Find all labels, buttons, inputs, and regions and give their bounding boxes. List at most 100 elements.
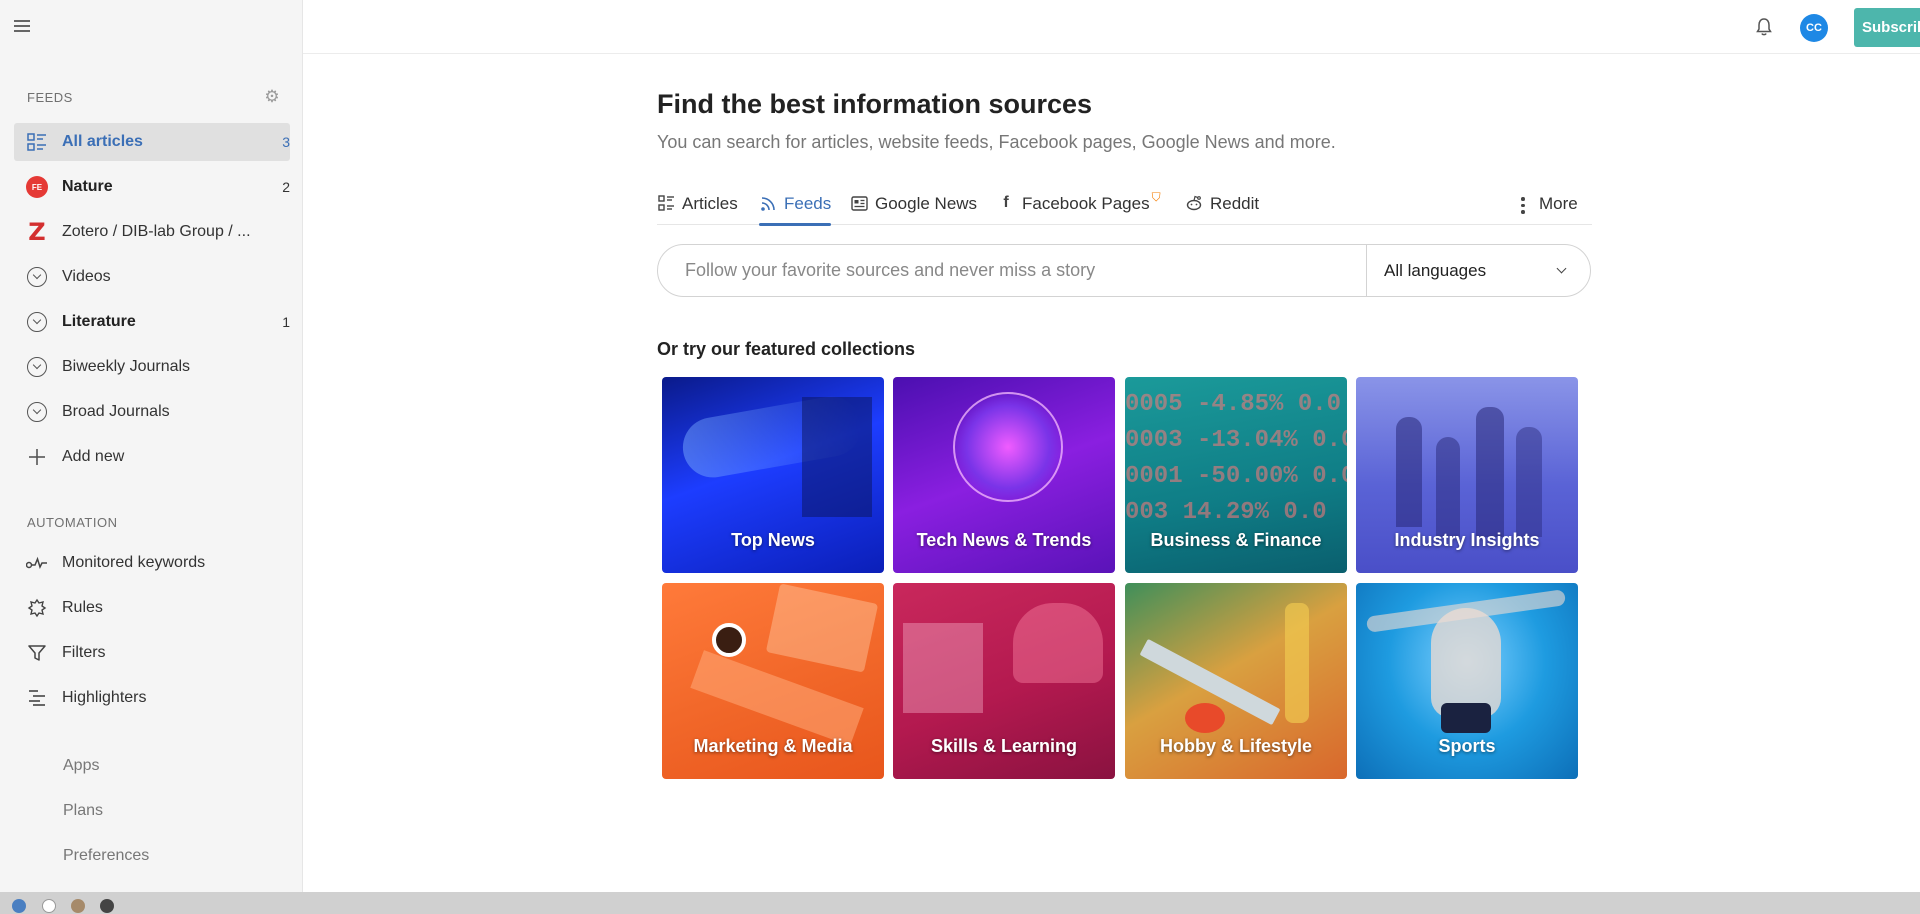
featured-collections-title: Or try our featured collections: [657, 339, 916, 359]
news-icon: [850, 194, 868, 212]
sidebar-item-broad-journals[interactable]: Broad Journals: [14, 393, 290, 431]
folder-collapse-icon[interactable]: [27, 357, 47, 377]
sidebar-item-label: Biweekly Journals: [62, 358, 191, 375]
top-bar: [303, 0, 1920, 54]
page-title: Find the best information sources: [657, 89, 1093, 119]
unread-count: 1: [282, 314, 290, 330]
sidebar-item-label: Broad Journals: [62, 403, 170, 420]
collection-label: Tech News & Trends: [916, 530, 1092, 550]
collection-label: Hobby & Lifestyle: [1159, 736, 1313, 756]
keywords-icon: [26, 552, 48, 574]
collection-business-finance[interactable]: 0005 -4.85% 0.0 0003 -13.04% 0.0 0001 -50.…: [1125, 377, 1347, 573]
sidebar-item-filters[interactable]: Filters: [14, 634, 290, 672]
sidebar-item-label: All articles: [62, 133, 143, 150]
language-select[interactable]: All languages: [1366, 245, 1591, 296]
nature-feed-icon: FE: [26, 176, 48, 198]
tab-facebook-pages[interactable]: f Facebook Pages ⛉: [997, 188, 1161, 225]
sidebar: FEEDS ⚙ All articles 3 FE Nature 2 Z Zot…: [0, 0, 303, 892]
sidebar-item-label: Videos: [62, 268, 111, 285]
sidebar-link-plans[interactable]: Plans: [63, 802, 103, 820]
sidebar-item-nature[interactable]: FE Nature 2: [14, 168, 290, 206]
search-bar: All languages: [657, 244, 1591, 297]
source-tabs: Articles Feeds Google News f Facebook Pa…: [657, 188, 1592, 226]
folder-collapse-icon[interactable]: [27, 267, 47, 287]
plus-icon: [26, 446, 48, 468]
zotero-logo-icon: Z: [28, 218, 46, 246]
sidebar-item-label: Zotero / DIB-lab Group / ...: [62, 223, 251, 240]
filter-icon: [26, 642, 48, 664]
sidebar-link-preferences[interactable]: Preferences: [63, 847, 149, 865]
tab-label: More: [1539, 194, 1578, 213]
sidebar-item-all-articles[interactable]: All articles 3: [14, 123, 290, 161]
sidebar-item-label: Nature: [62, 178, 113, 195]
collection-label: Sports: [1438, 736, 1496, 756]
tab-reddit[interactable]: Reddit: [1185, 188, 1259, 225]
bottom-bar: [0, 892, 1920, 914]
rss-icon: [759, 194, 777, 212]
rules-icon: [26, 597, 48, 619]
sidebar-item-label: Literature: [62, 313, 136, 330]
sidebar-item-label: Monitored keywords: [62, 554, 206, 571]
collection-label: Marketing & Media: [693, 736, 853, 756]
avatar[interactable]: CC: [1800, 14, 1828, 42]
unread-count: 3: [282, 134, 290, 150]
collection-label: Skills & Learning: [930, 736, 1078, 756]
bell-icon[interactable]: [1753, 16, 1775, 38]
feeds-section-title: FEEDS: [27, 90, 73, 105]
sidebar-item-label: Highlighters: [62, 689, 147, 706]
collection-skills-learning[interactable]: Skills & Learning: [893, 583, 1115, 779]
collection-marketing-media[interactable]: Marketing & Media: [662, 583, 884, 779]
collection-industry-insights[interactable]: Industry Insights: [1356, 377, 1578, 573]
folder-collapse-icon[interactable]: [27, 402, 47, 422]
language-select-value: All languages: [1384, 260, 1487, 280]
theme-dot-sepia[interactable]: [71, 899, 85, 913]
collection-top-news[interactable]: Top News: [662, 377, 884, 573]
sidebar-item-label: Add new: [62, 448, 125, 465]
pro-shield-icon: ⛉: [1151, 190, 1161, 204]
facebook-icon: f: [1003, 194, 1009, 211]
more-icon: [1521, 197, 1525, 217]
tab-label: Facebook Pages: [1022, 194, 1150, 213]
highlighter-icon: [26, 687, 48, 709]
list-icon: [26, 131, 48, 153]
sidebar-item-biweekly-journals[interactable]: Biweekly Journals: [14, 348, 290, 386]
sidebar-item-monitored-keywords[interactable]: Monitored keywords: [14, 544, 290, 582]
sidebar-item-label: Rules: [62, 599, 103, 616]
collection-label: Industry Insights: [1394, 530, 1540, 550]
articles-icon: [657, 194, 675, 212]
collection-label: Top News: [731, 530, 815, 550]
collection-sports[interactable]: Sports: [1356, 583, 1578, 779]
sidebar-link-apps[interactable]: Apps: [63, 757, 99, 775]
sidebar-item-literature[interactable]: Literature 1: [14, 303, 290, 341]
theme-dot-dark[interactable]: [100, 899, 114, 913]
collection-hobby-lifestyle[interactable]: Hobby & Lifestyle: [1125, 583, 1347, 779]
chevron-down-icon: [1556, 263, 1567, 274]
sidebar-item-highlighters[interactable]: Highlighters: [14, 679, 290, 717]
tab-articles[interactable]: Articles: [657, 188, 738, 225]
tab-label: Feeds: [784, 194, 832, 213]
search-input[interactable]: [658, 245, 1366, 296]
tab-google-news[interactable]: Google News: [850, 188, 977, 225]
theme-dot-white[interactable]: [42, 899, 56, 913]
sidebar-item-zotero[interactable]: Z Zotero / DIB-lab Group / ...: [14, 213, 290, 251]
reddit-icon: [1185, 194, 1203, 212]
tab-label: Articles: [682, 194, 738, 213]
menu-icon[interactable]: [14, 20, 30, 34]
tab-more[interactable]: More: [1521, 188, 1578, 225]
sidebar-item-rules[interactable]: Rules: [14, 589, 290, 627]
sidebar-item-videos[interactable]: Videos: [14, 258, 290, 296]
sidebar-item-add-new[interactable]: Add new: [14, 438, 290, 476]
subscribe-button[interactable]: Subscribe: [1854, 8, 1920, 47]
folder-collapse-icon[interactable]: [27, 312, 47, 332]
unread-count: 2: [282, 179, 290, 195]
page-subtitle: You can search for articles, website fee…: [657, 132, 1336, 152]
collection-tech-news-trends[interactable]: Tech News & Trends: [893, 377, 1115, 573]
collection-label: Business & Finance: [1150, 530, 1322, 550]
gear-icon[interactable]: ⚙: [263, 88, 281, 106]
tab-feeds[interactable]: Feeds: [759, 188, 832, 226]
automation-section-title: AUTOMATION: [27, 515, 118, 530]
tab-label: Reddit: [1210, 194, 1260, 213]
sidebar-item-label: Filters: [62, 644, 106, 661]
theme-dot-blue[interactable]: [12, 899, 26, 913]
tab-label: Google News: [875, 194, 978, 213]
